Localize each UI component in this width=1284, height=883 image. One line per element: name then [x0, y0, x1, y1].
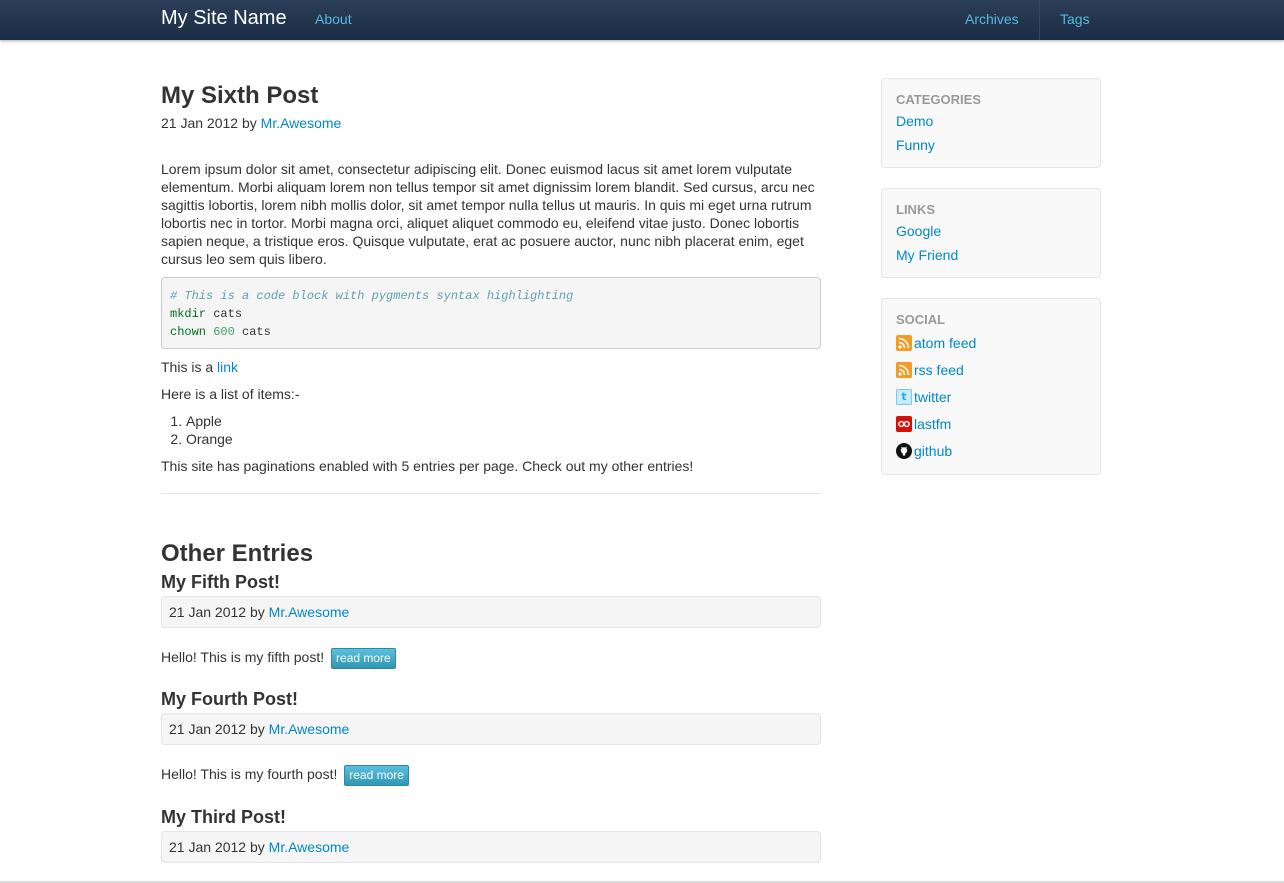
inline-link[interactable]: link: [217, 359, 238, 375]
categories-header: Categories: [896, 92, 981, 107]
social-item-twitter: t twitter: [896, 383, 1086, 410]
entry-summary-text: Hello! This is my fifth post!: [161, 649, 325, 665]
category-link-demo[interactable]: Demo: [896, 109, 1086, 133]
post-author-link[interactable]: Mr.Awesome: [261, 115, 342, 131]
code-argument: cats: [234, 325, 271, 339]
social-link-twitter[interactable]: twitter: [914, 389, 951, 405]
main-content: My Sixth Post 21 Jan 2012 by Mr.Awesome …: [161, 80, 821, 863]
read-more-button[interactable]: read more: [331, 647, 396, 669]
links-panel: Links Google My Friend: [881, 188, 1101, 278]
entry-title: My Third Post!: [161, 805, 821, 829]
entry-author-link[interactable]: Mr.Awesome: [269, 839, 350, 855]
code-line: chown 600 cats: [170, 323, 812, 341]
post-title: My Sixth Post: [161, 82, 319, 109]
social-item-atom: atom feed: [896, 329, 1086, 356]
entry-item: My Fourth Post! 21 Jan 2012 by Mr.Awesom…: [161, 687, 821, 786]
list-item: Orange: [186, 430, 821, 448]
entry-meta: 21 Jan 2012 by Mr.Awesome: [161, 596, 821, 628]
entry-item: My Third Post! 21 Jan 2012 by Mr.Awesome: [161, 805, 821, 863]
site-brand-link[interactable]: My Site Name: [161, 7, 287, 30]
entry-meta: 21 Jan 2012 by Mr.Awesome: [161, 712, 821, 745]
entry-title-link[interactable]: My Fourth Post!: [161, 689, 298, 709]
entry-by: by: [249, 720, 265, 737]
social-link-lastfm[interactable]: lastfm: [914, 416, 951, 432]
read-more-button[interactable]: read more: [344, 764, 409, 786]
rss-feed-icon: [896, 361, 912, 378]
divider: [161, 493, 821, 494]
entry-by: by: [249, 838, 265, 855]
entry-summary-text: Hello! This is my fourth post!: [161, 765, 338, 782]
other-entries-heading: Other Entries: [161, 540, 314, 567]
post-date: 21 Jan 2012: [161, 115, 239, 131]
post-by: by: [241, 115, 257, 131]
code-argument: cats: [206, 307, 243, 321]
github-icon: [896, 442, 912, 459]
code-block: # This is a code block with pygments syn…: [161, 277, 821, 349]
pagination-note: This site has paginations enabled with 5…: [161, 458, 694, 474]
social-item-rss: rss feed: [896, 356, 1086, 383]
item-list: Apple Orange: [161, 412, 821, 448]
link-prefix: This is a: [161, 359, 218, 375]
social-panel: Social atom feed rss feed t twitter last…: [881, 298, 1101, 475]
entry-date: 21 Jan 2012: [169, 604, 247, 620]
nav-link-archives[interactable]: Archives: [965, 11, 1019, 27]
nav-divider: [1039, 0, 1040, 40]
entry-author-link[interactable]: Mr.Awesome: [269, 721, 350, 737]
social-link-rss[interactable]: rss feed: [914, 362, 964, 378]
link-my-friend[interactable]: My Friend: [896, 243, 1086, 267]
post-byline: 21 Jan 2012 by Mr.Awesome: [161, 113, 821, 133]
social-item-lastfm: lastfm: [896, 410, 1086, 437]
entry-title-link[interactable]: My Fifth Post!: [161, 572, 280, 592]
lastfm-icon: [896, 415, 912, 432]
entry-title: My Fifth Post!: [161, 570, 821, 594]
top-navbar: My Site Name About Archives Tags: [0, 0, 1284, 40]
social-link-atom[interactable]: atom feed: [914, 335, 976, 351]
list-intro: Here is a list of items:-: [161, 386, 300, 402]
entry-summary: Hello! This is my fifth post! read more: [161, 647, 821, 669]
category-link-funny[interactable]: Funny: [896, 133, 1086, 157]
nav-link-tags[interactable]: Tags: [1060, 11, 1090, 27]
categories-panel: Categories Demo Funny: [881, 78, 1101, 168]
social-header: Social: [896, 312, 946, 327]
code-comment: # This is a code block with pygments syn…: [170, 289, 574, 303]
links-header: Links: [896, 202, 935, 217]
entry-by: by: [249, 604, 265, 620]
post-body: Lorem ipsum dolor sit amet, consectetur …: [161, 161, 815, 267]
code-command: mkdir: [170, 307, 207, 321]
link-google[interactable]: Google: [896, 219, 1086, 243]
code-line: mkdir cats: [170, 305, 812, 323]
entry-item: My Fifth Post! 21 Jan 2012 by Mr.Awesome…: [161, 570, 821, 669]
code-command: chown: [170, 325, 207, 339]
entry-date: 21 Jan 2012: [169, 838, 247, 855]
link-paragraph: This is a link: [161, 358, 821, 376]
code-number: 600: [213, 325, 235, 339]
entry-title: My Fourth Post!: [161, 687, 821, 711]
post: My Sixth Post 21 Jan 2012 by Mr.Awesome …: [161, 80, 821, 494]
social-link-github[interactable]: github: [914, 443, 952, 459]
twitter-icon: t: [896, 388, 912, 405]
entry-summary: Hello! This is my fourth post! read more: [161, 764, 821, 786]
social-item-github: github: [896, 437, 1086, 464]
entry-meta: 21 Jan 2012 by Mr.Awesome: [161, 830, 821, 863]
nav-link-about[interactable]: About: [315, 11, 352, 27]
entry-author-link[interactable]: Mr.Awesome: [269, 604, 350, 620]
entry-title-link[interactable]: My Third Post!: [161, 807, 286, 827]
atom-feed-icon: [896, 334, 912, 351]
entry-date: 21 Jan 2012: [169, 720, 247, 737]
list-item: Apple: [186, 412, 821, 430]
